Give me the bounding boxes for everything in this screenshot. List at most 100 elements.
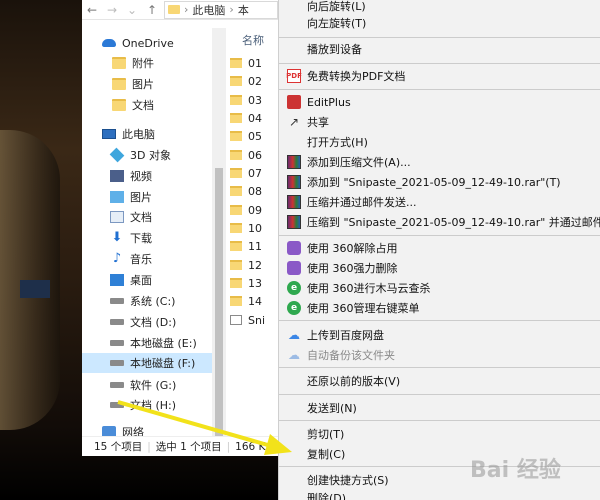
list-item[interactable]: 04: [230, 109, 278, 127]
nav-item-drive-d[interactable]: 文档 (D:): [82, 312, 212, 332]
baidu-netdisk-icon: ☁: [288, 328, 300, 342]
list-item[interactable]: 14: [230, 292, 278, 310]
address-path[interactable]: › 此电脑 › 本: [164, 0, 278, 19]
forward-button[interactable]: →: [102, 3, 122, 17]
menu-item-rotate-left[interactable]: 向左旋转(T): [279, 13, 600, 33]
folder-icon: [230, 76, 242, 86]
recent-locations-button[interactable]: ⌄: [122, 3, 142, 17]
list-item[interactable]: 11: [230, 237, 278, 255]
folder-icon: [112, 78, 126, 90]
nav-item-onedrive-documents[interactable]: 文档: [82, 95, 212, 115]
item-count: 15 个项目: [94, 441, 143, 453]
nav-item-downloads[interactable]: ⬇ 下载: [82, 228, 212, 248]
menu-item-360-manage[interactable]: e 使用 360管理右键菜单: [279, 298, 600, 318]
menu-item-add-to-rar[interactable]: 添加到 "Snipaste_2021-05-09_12-49-10.rar"(T…: [279, 172, 600, 192]
nav-item-drive-e[interactable]: 本地磁盘 (E:): [82, 333, 212, 353]
nav-item-drive-c[interactable]: 系统 (C:): [82, 291, 212, 311]
menu-item-editplus[interactable]: EditPlus: [279, 92, 600, 112]
nav-item-music[interactable]: ♪ 音乐: [82, 249, 212, 269]
menu-item-add-to-archive[interactable]: 添加到压缩文件(A)...: [279, 152, 600, 172]
list-item[interactable]: 10: [230, 219, 278, 237]
menu-item-upload-baidu[interactable]: ☁ 上传到百度网盘: [279, 325, 600, 345]
nav-item-onedrive-pictures[interactable]: 图片: [82, 74, 212, 94]
nav-item-this-pc[interactable]: 此电脑: [82, 124, 212, 144]
menu-item-360-unlock[interactable]: 使用 360解除占用: [279, 238, 600, 258]
nav-item-desktop[interactable]: 桌面: [82, 270, 212, 290]
list-item[interactable]: 08: [230, 182, 278, 200]
3d-objects-icon: [109, 147, 125, 163]
nav-item-onedrive[interactable]: OneDrive: [82, 33, 212, 53]
list-item[interactable]: 13: [230, 274, 278, 292]
music-icon: ♪: [112, 251, 122, 266]
pictures-icon: [110, 191, 124, 203]
folder-icon: [230, 241, 242, 251]
folder-icon: [230, 260, 242, 270]
folder-icon: [230, 58, 242, 68]
360-scan-icon: e: [287, 281, 301, 295]
360-manage-icon: e: [287, 301, 301, 315]
winrar-icon: [287, 155, 301, 169]
list-item[interactable]: 01: [230, 54, 278, 72]
nav-item-drive-f[interactable]: 本地磁盘 (F:): [82, 353, 212, 373]
folder-icon: [168, 5, 180, 14]
drive-icon: [110, 340, 124, 346]
menu-separator: [279, 37, 600, 38]
drive-icon: [110, 298, 124, 304]
folder-icon: [230, 223, 242, 233]
menu-separator: [279, 420, 600, 421]
nav-item-drive-g[interactable]: 软件 (G:): [82, 375, 212, 395]
navigation-pane: OneDrive 附件 图片 文档 此电脑 3D 对象 视频 图片 文档 ⬇ 下载…: [82, 28, 212, 439]
list-item[interactable]: 12: [230, 256, 278, 274]
desktop-icon: [110, 274, 124, 286]
context-menu: 向后旋转(L) 向左旋转(T) 播放到设备 PDF 免费转换为PDF文档 Edit…: [278, 0, 600, 500]
folder-icon: [230, 95, 242, 105]
menu-separator: [279, 235, 600, 236]
menu-item-share[interactable]: ↗ 共享: [279, 112, 600, 132]
menu-separator: [279, 89, 600, 90]
breadcrumb-this-pc[interactable]: 此电脑: [192, 2, 225, 18]
menu-item-compress-email[interactable]: 压缩并通过邮件发送...: [279, 192, 600, 212]
editplus-icon: [287, 95, 301, 109]
nav-pane-scrollbar[interactable]: [212, 28, 226, 438]
name-column-header[interactable]: 名称: [242, 32, 264, 48]
folder-icon: [230, 150, 242, 160]
list-item[interactable]: 07: [230, 164, 278, 182]
folder-icon: [230, 205, 242, 215]
menu-item-360-delete[interactable]: 使用 360强力删除: [279, 258, 600, 278]
drive-icon: [110, 360, 124, 366]
menu-item-restore-versions[interactable]: 还原以前的版本(V): [279, 371, 600, 391]
status-divider: |: [147, 440, 151, 453]
status-bar: 15 个项目 | 选中 1 个项目 | 166 K: [82, 436, 278, 456]
menu-item-compress-rar-email[interactable]: 压缩到 "Snipaste_2021-05-09_12-49-10.rar" 并…: [279, 212, 600, 232]
breadcrumb-drive[interactable]: 本: [238, 2, 249, 18]
list-item[interactable]: 02: [230, 72, 278, 90]
list-item[interactable]: 06: [230, 146, 278, 164]
menu-item-send-to[interactable]: 发送到(N): [279, 398, 600, 418]
list-item[interactable]: 09: [230, 201, 278, 219]
scrollbar-thumb[interactable]: [215, 168, 223, 438]
up-button[interactable]: ↑: [142, 3, 162, 17]
menu-item-convert-pdf[interactable]: PDF 免费转换为PDF文档: [279, 66, 600, 86]
nav-item-documents[interactable]: 文档: [82, 207, 212, 227]
nav-item-videos[interactable]: 视频: [82, 166, 212, 186]
menu-item-360-scan[interactable]: e 使用 360进行木马云查杀: [279, 278, 600, 298]
list-item[interactable]: Sni: [230, 311, 278, 329]
nav-item-3d-objects[interactable]: 3D 对象: [82, 145, 212, 165]
back-button[interactable]: ←: [82, 3, 102, 17]
drive-icon: [110, 319, 124, 325]
cloud-icon: [102, 39, 116, 47]
menu-item-cut[interactable]: 剪切(T): [279, 424, 600, 444]
nav-item-pictures[interactable]: 图片: [82, 187, 212, 207]
list-item[interactable]: 03: [230, 91, 278, 109]
folder-icon: [230, 296, 242, 306]
nav-item-attachments[interactable]: 附件: [82, 53, 212, 73]
menu-item-cast-to-device[interactable]: 播放到设备: [279, 39, 600, 59]
nav-item-drive-h[interactable]: 文档 (H:): [82, 395, 212, 415]
menu-item-open-with[interactable]: 打开方式(H): [279, 132, 600, 152]
menu-separator: [279, 63, 600, 64]
menu-separator: [279, 394, 600, 395]
winrar-icon: [287, 175, 301, 189]
file-explorer-window: ← → ⌄ ↑ › 此电脑 › 本 OneDrive 附件 图片 文档 此电脑 …: [82, 0, 278, 456]
list-item[interactable]: 05: [230, 127, 278, 145]
selected-size: 166 K: [235, 440, 266, 453]
